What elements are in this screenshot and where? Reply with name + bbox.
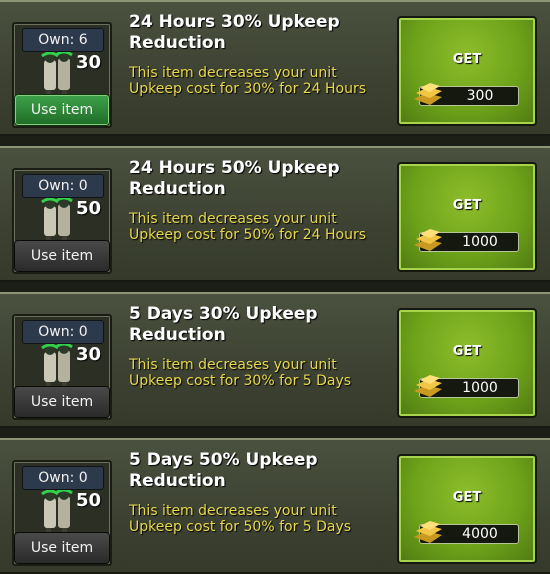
item-title: 24 Hours 50% Upkeep Reduction — [129, 158, 340, 199]
list-item: Own: 0 50 Use item 24 Hours 50% Upkeep R… — [0, 146, 550, 282]
own-count-badge: Own: 6 — [22, 28, 104, 52]
use-item-button[interactable]: Use item — [14, 532, 110, 564]
reduction-percent: 30 — [76, 344, 102, 365]
list-item: Own: 0 50 Use item 5 Days 50% Upkeep Red… — [0, 438, 550, 574]
get-label: GET — [452, 198, 482, 213]
reduction-percent: 30 — [76, 52, 102, 73]
item-description: This item decreases your unit Upkeep cos… — [129, 65, 367, 97]
gold-bars-icon — [414, 375, 442, 397]
use-item-button[interactable]: Use item — [14, 240, 110, 272]
item-thumbnail: Own: 0 50 Use item — [12, 460, 112, 566]
get-label: GET — [452, 490, 482, 505]
get-button[interactable]: GET 1000 — [397, 162, 537, 272]
gold-bars-icon — [414, 229, 442, 251]
item-title: 24 Hours 30% Upkeep Reduction — [129, 12, 340, 53]
own-count-badge: Own: 0 — [22, 466, 104, 490]
item-description: This item decreases your unit Upkeep cos… — [129, 357, 352, 389]
item-title: 5 Days 30% Upkeep Reduction — [129, 304, 318, 345]
gold-bars-icon — [414, 83, 442, 105]
reduction-percent: 50 — [76, 490, 102, 511]
list-item: Own: 0 30 Use item 5 Days 30% Upkeep Red… — [0, 292, 550, 428]
item-title: 5 Days 50% Upkeep Reduction — [129, 450, 318, 491]
upkeep-item-list: Own: 6 30 Use item 24 Hours 30% Upkeep R… — [0, 0, 550, 574]
item-thumbnail: Own: 0 30 Use item — [12, 314, 112, 420]
reduction-percent: 50 — [76, 198, 102, 219]
item-thumbnail: Own: 6 30 Use item — [12, 22, 112, 128]
use-item-button[interactable]: Use item — [14, 94, 110, 126]
item-description: This item decreases your unit Upkeep cos… — [129, 211, 367, 243]
gold-bars-icon — [414, 521, 442, 543]
list-item: Own: 6 30 Use item 24 Hours 30% Upkeep R… — [0, 0, 550, 136]
item-thumbnail: Own: 0 50 Use item — [12, 168, 112, 274]
own-count-badge: Own: 0 — [22, 174, 104, 198]
get-button[interactable]: GET 4000 — [397, 454, 537, 564]
get-label: GET — [452, 52, 482, 67]
own-count-badge: Own: 0 — [22, 320, 104, 344]
get-button[interactable]: GET 300 — [397, 16, 537, 126]
get-label: GET — [452, 344, 482, 359]
get-button[interactable]: GET 1000 — [397, 308, 537, 418]
item-description: This item decreases your unit Upkeep cos… — [129, 503, 352, 535]
use-item-button[interactable]: Use item — [14, 386, 110, 418]
